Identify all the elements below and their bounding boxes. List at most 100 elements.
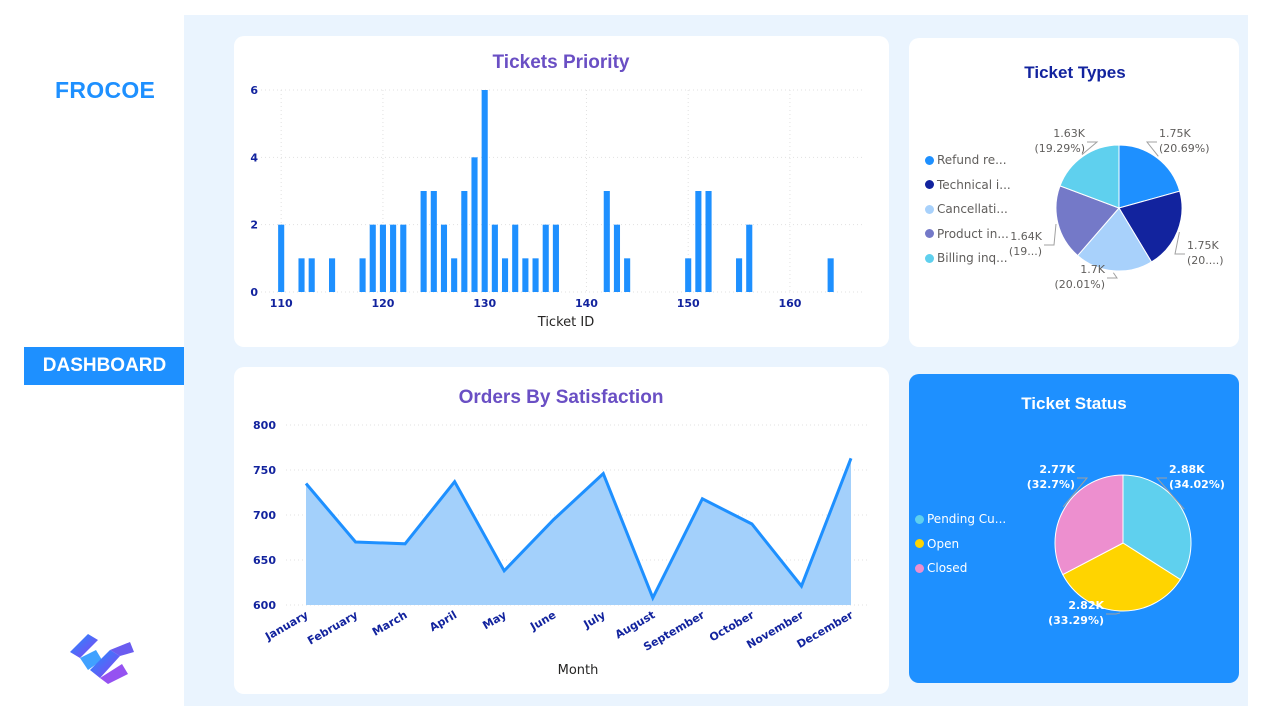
legend-item[interactable]: Open	[915, 532, 1006, 557]
data-label-percent: (34.02%)	[1169, 478, 1225, 491]
bar	[400, 224, 407, 292]
tickets-priority-chart: Tickets Priority 0 2 4 6 110 120 130 140 150 160…	[250, 52, 865, 330]
data-label-value: 1.64K	[1010, 230, 1042, 243]
bar	[827, 258, 834, 292]
x-tick-label: March	[370, 608, 410, 638]
legend-marker	[925, 204, 934, 214]
data-label-value: 2.82K	[1068, 599, 1104, 612]
bar	[481, 90, 488, 292]
bar	[390, 224, 397, 292]
bar	[440, 224, 448, 292]
x-tick-label: 130	[473, 297, 496, 310]
legend-label: Open	[927, 536, 960, 551]
x-tick-label: July	[581, 608, 608, 631]
data-label-value: 1.75K	[1187, 239, 1219, 252]
data-label-percent: (20.01%)	[1054, 278, 1105, 291]
legend-label: Closed	[927, 561, 968, 576]
chart-title: Orders By Satisfaction	[459, 387, 664, 408]
bar	[298, 258, 305, 292]
x-tick-label: May	[480, 608, 508, 632]
legend-label: Billing inq...	[937, 251, 1008, 266]
bar	[379, 224, 386, 292]
data-label-value: 1.63K	[1053, 127, 1085, 140]
x-tick-label: 150	[677, 297, 700, 310]
tickets-priority-card: Tickets Priority 0 2 4 6 110 120 130 140 150 160…	[234, 36, 889, 347]
x-tick-label: 160	[778, 297, 801, 310]
ticket-types-legend: Refund re... Technical i... Cancellati... P…	[925, 148, 1011, 271]
bar	[603, 191, 610, 292]
y-tick-label: 800	[253, 419, 276, 432]
orders-satisfaction-chart: Orders By Satisfaction 600 650 700 750 800 J…	[253, 387, 870, 678]
x-axis-label: Ticket ID	[537, 315, 594, 330]
data-label-percent: (19.29%)	[1034, 142, 1085, 155]
y-tick-label: 2	[250, 219, 258, 232]
data-label-percent: (32.7%)	[1027, 478, 1075, 491]
y-tick-label: 600	[253, 599, 276, 612]
y-tick-label: 4	[250, 151, 258, 164]
frocoe-logo-icon	[70, 634, 134, 684]
legend-item[interactable]: Product in...	[925, 222, 1011, 247]
bar	[359, 258, 366, 292]
bar	[522, 258, 529, 292]
bar	[542, 224, 549, 292]
x-tick-label: December	[795, 608, 856, 651]
legend-item[interactable]: Cancellati...	[925, 197, 1011, 222]
legend-label: Refund re...	[937, 153, 1007, 168]
y-tick-label: 700	[253, 509, 276, 522]
y-tick-label: 0	[250, 286, 258, 299]
legend-item[interactable]: Pending Cu...	[915, 507, 1006, 532]
bar	[420, 191, 427, 292]
x-tick-label: April	[427, 608, 459, 634]
bar	[705, 191, 712, 292]
legend-item[interactable]: Technical i...	[925, 173, 1011, 198]
bar	[369, 224, 376, 292]
brand-name: FROCOE	[55, 77, 156, 103]
ticket-status-legend: Pending Cu... Open Closed	[915, 507, 1006, 581]
y-tick-label: 650	[253, 554, 276, 567]
bar	[491, 224, 498, 292]
bar	[613, 224, 621, 292]
legend-marker	[915, 539, 924, 549]
data-label-percent: (20....)	[1187, 254, 1224, 267]
x-tick-label: June	[527, 608, 558, 633]
x-tick-label: February	[305, 608, 360, 647]
legend-marker	[925, 229, 934, 239]
bar	[430, 191, 437, 292]
legend-marker	[915, 514, 924, 524]
data-label-value: 2.77K	[1039, 463, 1075, 476]
bar	[451, 258, 458, 292]
bar	[471, 157, 478, 292]
bar	[501, 258, 509, 292]
legend-item[interactable]: Billing inq...	[925, 246, 1011, 271]
bar	[461, 191, 468, 292]
bar	[532, 258, 539, 292]
x-axis-label: Month	[558, 663, 599, 678]
bar	[695, 191, 702, 292]
x-tick-label: 120	[371, 297, 394, 310]
legend-marker	[925, 155, 934, 165]
legend-item[interactable]: Refund re...	[925, 148, 1011, 173]
leader-line	[1107, 272, 1118, 279]
legend-label: Technical i...	[937, 177, 1011, 192]
legend-label: Pending Cu...	[927, 512, 1007, 527]
bar	[685, 258, 692, 292]
ticket-types-card: Ticket Types 1.75K (20.69%) 1.75K (20....) 1…	[909, 38, 1239, 347]
nav-dashboard-button[interactable]: DASHBOARD	[24, 347, 185, 385]
legend-item[interactable]: Closed	[915, 556, 1006, 581]
bar	[736, 258, 743, 292]
data-label-percent: (20.69%)	[1159, 142, 1210, 155]
leader-line	[1044, 223, 1057, 246]
ticket-status-card: Ticket Status 2.88K (34.02%) 2.82K (33.29%)…	[909, 374, 1239, 683]
y-tick-label: 6	[250, 84, 258, 97]
bar	[624, 258, 631, 292]
legend-marker	[925, 180, 934, 190]
satisfaction-area	[306, 458, 851, 605]
bar	[552, 224, 559, 292]
bar	[746, 224, 753, 292]
x-tick-label: 140	[575, 297, 598, 310]
legend-label: Product in...	[937, 226, 1009, 241]
chart-title: Ticket Status	[1021, 394, 1127, 413]
data-label-value: 1.75K	[1159, 127, 1191, 140]
legend-label: Cancellati...	[937, 202, 1008, 217]
bar	[512, 224, 519, 292]
